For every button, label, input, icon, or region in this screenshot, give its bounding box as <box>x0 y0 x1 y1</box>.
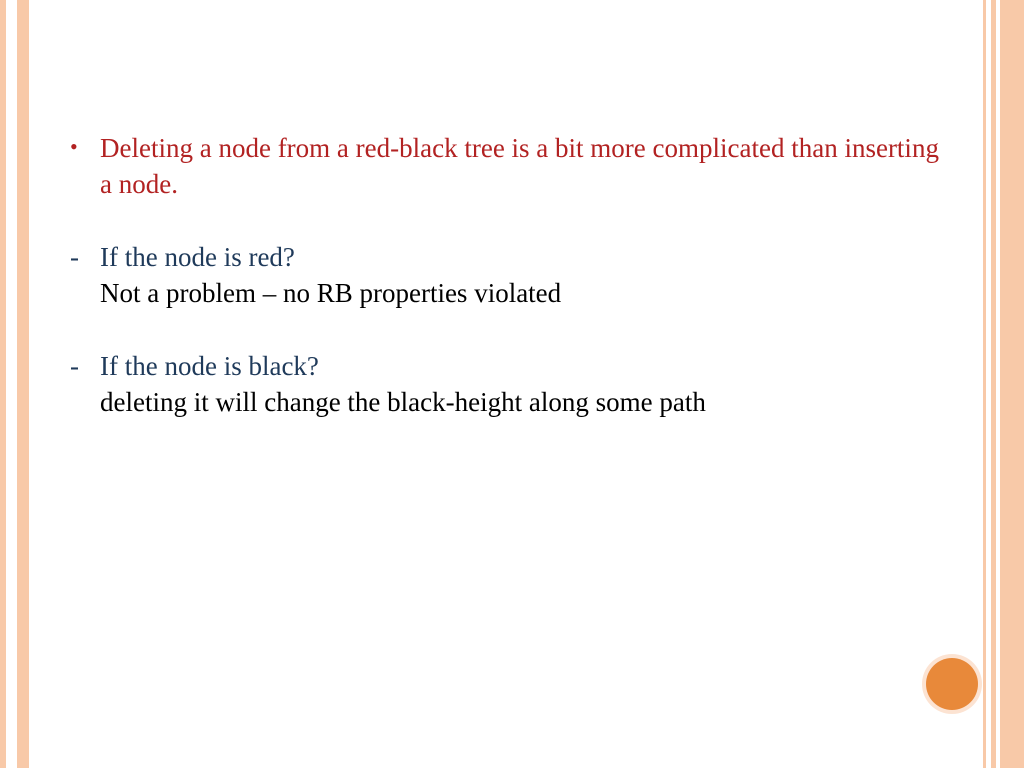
border-stripe <box>991 0 996 768</box>
border-stripe <box>0 0 6 768</box>
circle-decoration-icon <box>926 658 978 710</box>
slide-content: • Deleting a node from a red-black tree … <box>70 130 940 457</box>
dash-marker-icon: - <box>70 348 100 421</box>
dash-item: - If the node is red? Not a problem – no… <box>70 239 940 312</box>
dash-marker-icon: - <box>70 239 100 312</box>
dash-item: - If the node is black? deleting it will… <box>70 348 940 421</box>
question-text: If the node is black? <box>100 348 940 384</box>
answer-text: deleting it will change the black-height… <box>100 384 940 420</box>
slide: • Deleting a node from a red-black tree … <box>0 0 1024 768</box>
bullet-text: Deleting a node from a red-black tree is… <box>100 133 939 199</box>
bullet-item: • Deleting a node from a red-black tree … <box>70 130 940 203</box>
border-stripe <box>1000 0 1024 768</box>
border-stripe <box>983 0 986 768</box>
question-text: If the node is red? <box>100 239 940 275</box>
border-stripe <box>17 0 29 768</box>
answer-text: Not a problem – no RB properties violate… <box>100 275 940 311</box>
bullet-marker-icon: • <box>70 130 100 203</box>
